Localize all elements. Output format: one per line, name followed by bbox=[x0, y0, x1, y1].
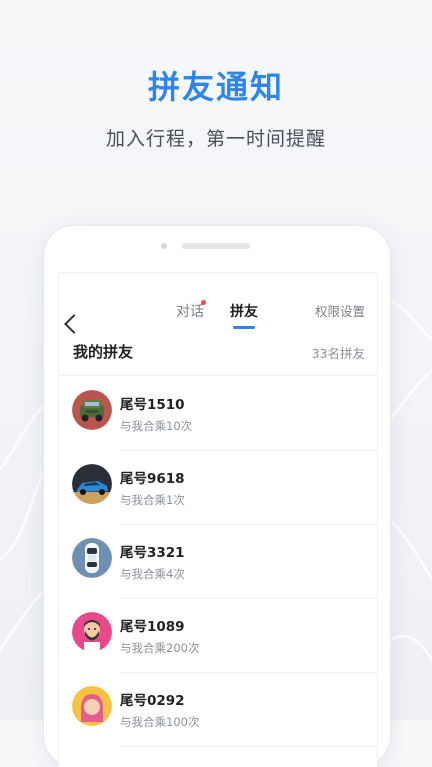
friend-count: 33名拼友 bbox=[311, 346, 365, 361]
tab-friends[interactable]: 拼友 bbox=[230, 301, 258, 321]
friends-section-header: 我的拼友 33名拼友 bbox=[59, 335, 377, 376]
permission-settings-link[interactable]: 权限设置 bbox=[315, 301, 365, 320]
ride-count: 与我合乘1次 bbox=[120, 493, 185, 507]
section-title: 我的拼友 bbox=[73, 343, 134, 361]
phone-speaker bbox=[182, 243, 250, 249]
list-item[interactable]: 尾号3321 与我合乘4次 bbox=[59, 525, 377, 599]
white-car-topview-avatar-icon bbox=[72, 538, 112, 578]
bearded-man-avatar-icon bbox=[72, 612, 112, 652]
friend-name: 尾号1089 bbox=[120, 619, 185, 635]
ride-count: 与我合乘4次 bbox=[120, 567, 185, 581]
friend-name: 尾号9618 bbox=[120, 471, 185, 487]
friend-name: 尾号0292 bbox=[120, 693, 185, 709]
unread-dot-badge bbox=[201, 300, 206, 305]
tab-chat[interactable]: 对话 bbox=[176, 301, 204, 321]
hero-subtitle: 加入行程，第一时间提醒 bbox=[105, 128, 326, 150]
hero-title: 拼友通知 bbox=[147, 68, 284, 106]
ride-count: 与我合乘200次 bbox=[120, 641, 200, 655]
green-jeep-avatar-icon bbox=[72, 390, 112, 430]
blue-sportscar-avatar-icon bbox=[72, 464, 112, 504]
app-screen: 对话 拼友 权限设置 我的拼友 33名拼友 尾号1510 与我合乘10次 尾号9… bbox=[58, 272, 378, 767]
list-item[interactable]: 尾号0292 与我合乘100次 bbox=[59, 673, 377, 747]
active-tab-indicator bbox=[233, 326, 255, 329]
friends-list: 尾号1510 与我合乘10次 尾号9618 与我合乘1次 尾号3321 与我合乘… bbox=[59, 377, 377, 747]
list-item[interactable]: 尾号1510 与我合乘10次 bbox=[59, 377, 377, 451]
friend-name: 尾号3321 bbox=[120, 545, 185, 561]
list-item[interactable]: 尾号1089 与我合乘200次 bbox=[59, 599, 377, 673]
row-divider bbox=[119, 746, 377, 747]
top-nav-bar: 对话 拼友 权限设置 bbox=[59, 273, 377, 334]
friend-name: 尾号1510 bbox=[120, 397, 185, 413]
chevron-left-icon bbox=[64, 314, 84, 334]
ride-count: 与我合乘100次 bbox=[120, 715, 200, 729]
phone-frame: 对话 拼友 权限设置 我的拼友 33名拼友 尾号1510 与我合乘10次 尾号9… bbox=[44, 226, 390, 767]
pink-hair-girl-avatar-icon bbox=[72, 686, 112, 726]
phone-camera bbox=[161, 243, 167, 249]
back-button[interactable] bbox=[59, 291, 93, 334]
ride-count: 与我合乘10次 bbox=[120, 419, 193, 433]
list-item[interactable]: 尾号9618 与我合乘1次 bbox=[59, 451, 377, 525]
